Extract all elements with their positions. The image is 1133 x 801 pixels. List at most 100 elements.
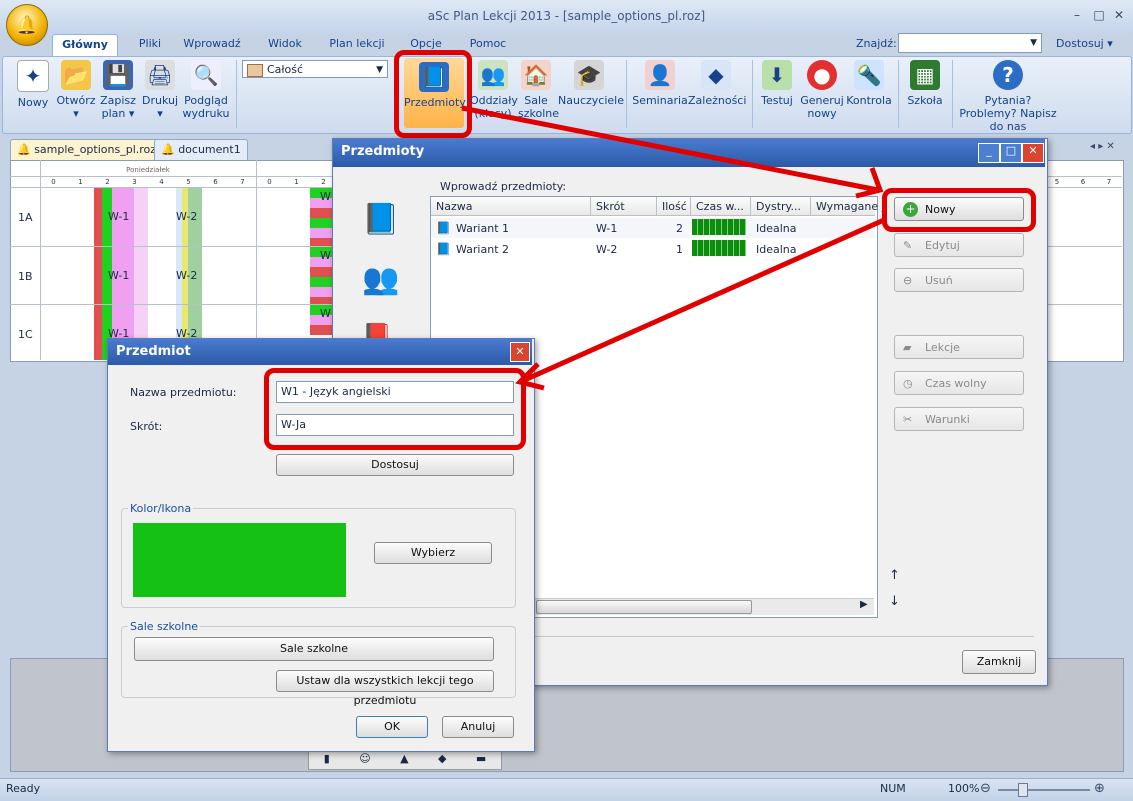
test-button[interactable]: ⬇ Testuj [758, 60, 796, 107]
seminars-button[interactable]: 👤 Seminaria [632, 60, 688, 107]
doc-tab-sample[interactable]: 🔔 sample_options_pl.roz [10, 139, 164, 160]
close-dialog-button[interactable]: ✕ [510, 342, 530, 362]
generate-label: Generuj nowy [800, 94, 844, 120]
tab-home[interactable]: Główny [52, 34, 118, 57]
lesson-card[interactable]: W-1 [94, 188, 148, 246]
subjects-list-label: Wprowadź przedmioty: [440, 180, 567, 193]
scrollbar-thumb[interactable] [536, 600, 752, 614]
scroll-right-icon[interactable]: ▶ [860, 599, 868, 610]
zoom-out-icon[interactable]: ⊖ [980, 781, 991, 796]
minimize-button[interactable]: _ [978, 143, 1000, 163]
download-check-icon: ⬇ [762, 60, 792, 90]
tab-nav-arrows[interactable]: ◂ ▸ ✕ [1090, 141, 1115, 152]
teacher-icon[interactable]: ☺ [359, 749, 370, 769]
generate-button[interactable]: ● Generuj nowy [798, 60, 846, 120]
close-window-button[interactable]: ✕ [1108, 6, 1130, 24]
rooms-group-label: Sale szkolne [128, 620, 201, 633]
free-time-button[interactable]: ◷ Czas wolny [894, 371, 1024, 395]
search-input[interactable]: ▼ [898, 33, 1042, 53]
filter-select[interactable]: Całość ▼ [242, 60, 388, 78]
zoom-in-icon[interactable]: ⊕ [1094, 781, 1105, 796]
classes-button[interactable]: 👥 Oddziały (klasy) [470, 60, 518, 120]
tab-help[interactable]: Pomoc [464, 34, 512, 56]
delete-subject-button[interactable]: ⊖ Usuń [894, 268, 1024, 292]
period-header-2: 0 1 2 [256, 178, 337, 186]
zoom-slider[interactable] [998, 789, 1090, 791]
column-header[interactable]: Ilość [662, 200, 687, 213]
clock-icon: ◷ [903, 377, 913, 390]
tab-files[interactable]: Pliki [130, 34, 170, 56]
lessons-icon: ▰ [903, 341, 912, 354]
relations-button[interactable]: ◆ Zależności [688, 60, 746, 107]
students-icon[interactable]: 👥 [362, 262, 406, 302]
conditions-label: Warunki [925, 413, 970, 426]
rooms-label: Sale szkolne [518, 94, 560, 120]
open-label: Otwórz [56, 94, 96, 107]
conditions-button[interactable]: ✂ Warunki [894, 407, 1024, 431]
lesson-label: W-1 [108, 269, 130, 282]
column-header[interactable]: Nazwa [436, 200, 472, 213]
book-arrow-icon[interactable]: 📘 [362, 202, 406, 242]
school-button[interactable]: ▦ Szkoła [904, 60, 946, 107]
edit-subject-button[interactable]: ✎ Edytuj [894, 233, 1024, 257]
red-button-icon: ● [807, 60, 837, 90]
subjects-highlight [394, 50, 472, 138]
print-preview-button[interactable]: 🔍 Podgląd wydruku [182, 60, 230, 120]
folder-icon: 📂 [61, 60, 91, 90]
rooms-button[interactable]: 🏠 Sale szkolne [518, 60, 559, 120]
chart-icon[interactable]: ▮ [324, 749, 330, 769]
minimize-button[interactable]: – [1066, 6, 1088, 24]
lesson-card[interactable]: W [310, 305, 334, 335]
tab-timetable[interactable]: Plan lekcji [324, 34, 390, 56]
lesson-card[interactable]: W-2 [176, 247, 202, 304]
control-button[interactable]: 🔦 Kontrola [846, 60, 892, 107]
customize-button[interactable]: Dostosuj [276, 454, 514, 476]
row-name: Wariant 2 [456, 243, 510, 256]
maximize-button[interactable]: □ [1000, 143, 1022, 163]
rooms-button[interactable]: Sale szkolne [134, 637, 494, 661]
control-label: Kontrola [846, 94, 892, 107]
grid-line [690, 197, 691, 215]
print-button[interactable]: 🖨 Drukuj ▾ [140, 60, 180, 120]
tab-insert[interactable]: Wprowadź [180, 34, 244, 56]
book-icon[interactable]: ◆ [438, 749, 446, 769]
row-short: W-1 [596, 222, 618, 235]
ok-button[interactable]: OK [356, 716, 428, 738]
column-header[interactable]: Wymagane j [816, 200, 885, 213]
customize-menu[interactable]: Dostosuj ▾ [1056, 37, 1113, 50]
color-swatch[interactable] [133, 523, 346, 597]
open-button[interactable]: 📂 Otwórz ▾ [56, 60, 96, 120]
class-label: 1A [18, 211, 33, 224]
lesson-card[interactable]: W [310, 188, 334, 246]
cancel-button[interactable]: Anuluj [442, 716, 514, 738]
help-label: Pytania? Problemy? Napisz do nas [959, 94, 1057, 133]
close-button[interactable]: Zamknij [962, 650, 1036, 674]
move-down-icon[interactable]: ↓ [889, 594, 900, 609]
close-dialog-button[interactable]: ✕ [1022, 143, 1044, 163]
move-up-icon[interactable]: ↑ [889, 568, 900, 583]
zoom-slider-thumb[interactable] [1018, 783, 1028, 797]
period-number: 2 [105, 178, 110, 186]
grid-line [810, 197, 811, 215]
maximize-button[interactable]: □ [1088, 6, 1110, 24]
teachers-button[interactable]: 🎓 Nauczyciele [558, 60, 624, 107]
doc-tab-document1[interactable]: 🔔 document1 [154, 139, 248, 160]
row-short: W-2 [596, 243, 618, 256]
save-button[interactable]: 💾 Zapisz plan ▾ [98, 60, 138, 120]
lessons-button[interactable]: ▰ Lekcje [894, 335, 1024, 359]
column-header[interactable]: Czas w... [696, 200, 744, 213]
tab-view[interactable]: Widok [262, 34, 308, 56]
graduate-icon[interactable]: ▲ [400, 749, 408, 769]
column-header[interactable]: Skrót [596, 200, 625, 213]
lesson-card[interactable]: W-2 [176, 188, 202, 246]
choose-color-button[interactable]: Wybierz [374, 542, 492, 564]
new-button[interactable]: ✦ Nowy [12, 60, 54, 109]
app-menu-button[interactable]: 🔔 [6, 4, 48, 46]
apply-all-lessons-button[interactable]: Ustaw dla wszystkich lekcji tego przedmi… [276, 670, 494, 707]
lesson-card[interactable]: W-1 [94, 247, 148, 304]
lesson-card[interactable]: W [310, 247, 334, 304]
column-header[interactable]: Dystry... [756, 200, 801, 213]
new-label: Nowy [17, 96, 49, 109]
help-button[interactable]: ? Pytania? Problemy? Napisz do nas [956, 60, 1060, 133]
desk-icon[interactable]: ▬ [476, 749, 486, 769]
